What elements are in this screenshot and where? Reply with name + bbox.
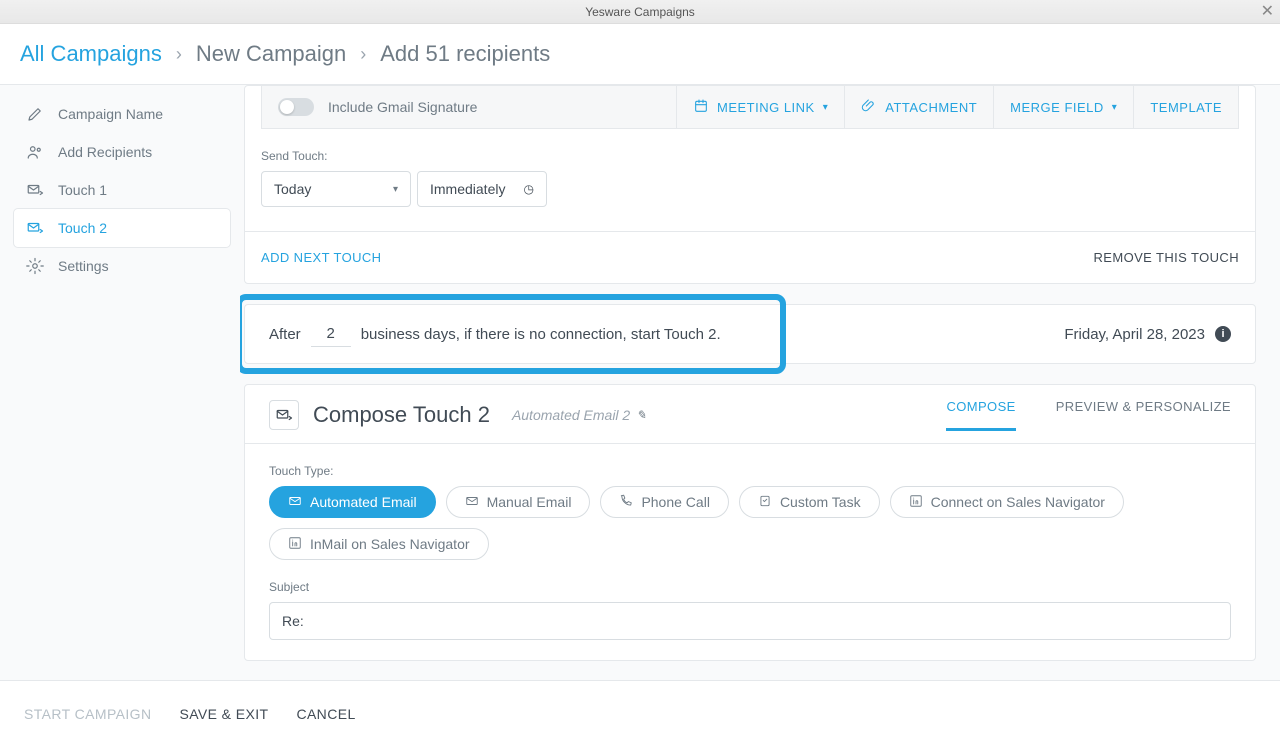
delay-panel: After 2 business days, if there is no co… <box>244 304 1256 364</box>
chevron-down-icon: ▾ <box>1112 102 1118 113</box>
pill-phone-call[interactable]: Phone Call <box>600 486 729 518</box>
gmail-signature-toggle[interactable] <box>278 98 314 116</box>
chevron-down-icon: ▾ <box>823 102 829 113</box>
subject-label: Subject <box>269 580 1231 594</box>
meeting-link-button[interactable]: MEETING LINK ▾ <box>676 85 844 129</box>
compose-title: Compose Touch 2 <box>313 402 490 428</box>
start-campaign-button: START CAMPAIGN <box>20 698 155 730</box>
gmail-signature-label: Include Gmail Signature <box>328 99 477 115</box>
delay-days-input[interactable]: 2 <box>311 321 351 347</box>
send-day-select[interactable]: Today ▾ <box>261 171 411 207</box>
sidebar: Campaign Name Add Recipients Touch 1 Tou… <box>0 85 240 680</box>
mail-send-icon <box>26 219 44 237</box>
editor-toolbar: Include Gmail Signature MEETING LINK ▾ A… <box>261 85 1239 129</box>
people-icon <box>26 143 44 161</box>
phone-icon <box>619 494 633 511</box>
window-close-icon[interactable]: ✕ <box>1261 0 1274 24</box>
remove-this-touch-button[interactable]: REMOVE THIS TOUCH <box>1094 250 1240 265</box>
calendar-icon <box>693 98 709 117</box>
window-title: Yesware Campaigns <box>585 5 695 19</box>
gear-icon <box>26 257 44 275</box>
compose-touch-2-card: Compose Touch 2 Automated Email 2 ✎ COMP… <box>244 384 1256 661</box>
add-next-touch-button[interactable]: ADD NEXT TOUCH <box>261 250 381 265</box>
chevron-down-icon: ▾ <box>393 184 398 195</box>
breadcrumb-leaf: Add 51 recipients <box>380 41 550 67</box>
breadcrumb: All Campaigns › New Campaign › Add 51 re… <box>0 24 1280 84</box>
compose-subtitle: Automated Email 2 <box>512 407 630 423</box>
delay-after-text: business days, if there is no connection… <box>361 326 721 343</box>
pencil-icon[interactable]: ✎ <box>636 408 646 422</box>
mail-send-icon <box>26 181 44 199</box>
attachment-icon <box>861 98 877 117</box>
sidebar-item-label: Touch 2 <box>58 220 107 236</box>
sidebar-item-touch-1[interactable]: Touch 1 <box>14 171 230 209</box>
footer-bar: START CAMPAIGN SAVE & EXIT CANCEL <box>0 680 1280 746</box>
cancel-button[interactable]: CANCEL <box>292 698 359 730</box>
pill-automated-email[interactable]: Automated Email <box>269 486 436 518</box>
mail-icon <box>288 494 302 511</box>
touch-type-pills: Automated Email Manual Email Phone Call … <box>269 486 1231 560</box>
tab-preview[interactable]: PREVIEW & PERSONALIZE <box>1056 399 1231 431</box>
sidebar-item-touch-2[interactable]: Touch 2 <box>14 209 230 247</box>
attachment-button[interactable]: ATTACHMENT <box>844 85 993 129</box>
save-exit-button[interactable]: SAVE & EXIT <box>175 698 272 730</box>
template-button[interactable]: TEMPLATE <box>1133 85 1238 129</box>
send-time-select[interactable]: Immediately ◷ <box>417 171 547 207</box>
pill-connect-navigator[interactable]: Connect on Sales Navigator <box>890 486 1124 518</box>
subject-input[interactable]: Re: <box>269 602 1231 640</box>
sidebar-item-label: Settings <box>58 258 109 274</box>
send-touch-label: Send Touch: <box>261 149 1239 163</box>
sidebar-item-campaign-name[interactable]: Campaign Name <box>14 95 230 133</box>
delay-date: Friday, April 28, 2023 <box>1064 326 1205 343</box>
sidebar-item-settings[interactable]: Settings <box>14 247 230 285</box>
delay-panel-wrapper: After 2 business days, if there is no co… <box>244 304 1256 364</box>
sidebar-item-label: Add Recipients <box>58 144 152 160</box>
pill-custom-task[interactable]: Custom Task <box>739 486 880 518</box>
linkedin-icon <box>909 494 923 511</box>
breadcrumb-mid: New Campaign <box>196 41 346 67</box>
mail-icon <box>465 494 479 511</box>
mail-send-icon <box>269 400 299 430</box>
touch-1-card: Include Gmail Signature MEETING LINK ▾ A… <box>244 85 1256 284</box>
tab-compose[interactable]: COMPOSE <box>946 399 1015 431</box>
linkedin-icon <box>288 536 302 553</box>
sidebar-item-label: Campaign Name <box>58 106 163 122</box>
info-icon[interactable]: i <box>1215 326 1231 342</box>
clock-icon: ◷ <box>524 182 534 196</box>
touch-type-label: Touch Type: <box>269 464 1231 478</box>
send-touch-block: Send Touch: Today ▾ Immediately ◷ <box>261 149 1239 231</box>
chevron-right-icon: › <box>360 44 366 65</box>
main-content: Include Gmail Signature MEETING LINK ▾ A… <box>240 85 1280 680</box>
sidebar-item-add-recipients[interactable]: Add Recipients <box>14 133 230 171</box>
delay-before-text: After <box>269 326 301 343</box>
window-titlebar: Yesware Campaigns ✕ <box>0 0 1280 24</box>
breadcrumb-root[interactable]: All Campaigns <box>20 41 162 67</box>
merge-field-button[interactable]: MERGE FIELD ▾ <box>993 85 1133 129</box>
touch-card-footer: ADD NEXT TOUCH REMOVE THIS TOUCH <box>245 231 1255 283</box>
pill-inmail-navigator[interactable]: InMail on Sales Navigator <box>269 528 489 560</box>
task-icon <box>758 494 772 511</box>
pencil-icon <box>26 105 44 123</box>
pill-manual-email[interactable]: Manual Email <box>446 486 591 518</box>
sidebar-item-label: Touch 1 <box>58 182 107 198</box>
chevron-right-icon: › <box>176 44 182 65</box>
